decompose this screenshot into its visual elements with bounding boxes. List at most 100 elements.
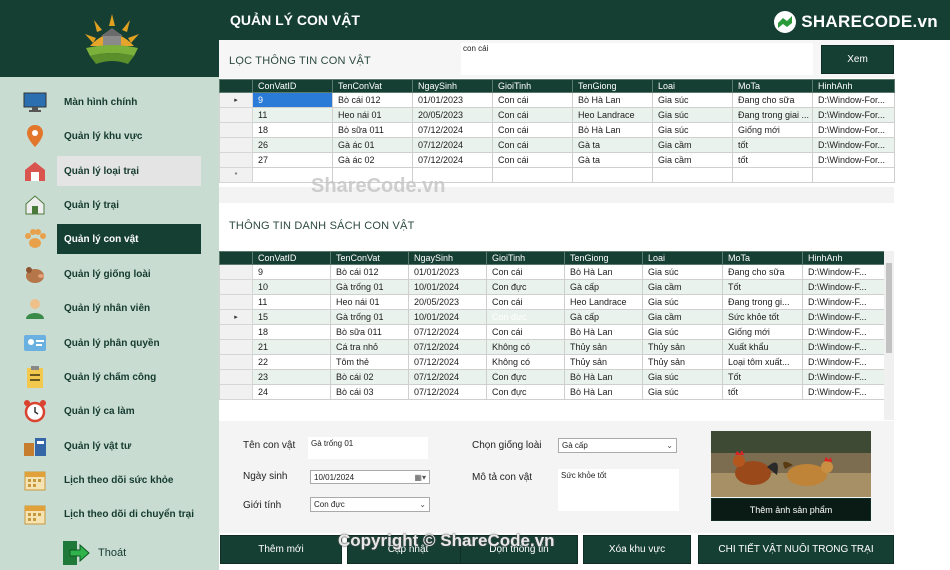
table-cell[interactable]: 07/12/2024 <box>412 137 493 153</box>
table-cell[interactable]: Thủy sản <box>642 339 723 355</box>
table-cell[interactable]: Bò cái 012 <box>332 92 413 108</box>
sidebar-item-11[interactable]: Quản lý vật tư <box>0 431 219 461</box>
table-cell[interactable]: 07/12/2024 <box>408 384 487 400</box>
dob-picker[interactable]: 10/01/2024 ▦▾ <box>310 470 430 484</box>
table-cell[interactable]: Tốt <box>722 279 803 295</box>
table-cell[interactable]: Đang cho sữa <box>732 92 813 108</box>
row-header[interactable] <box>219 264 253 280</box>
table-cell[interactable]: Bò sữa 011 <box>330 324 409 340</box>
table-cell[interactable]: Thủy sản <box>642 354 723 370</box>
table-cell[interactable]: Heo nái 01 <box>330 294 409 310</box>
column-header[interactable]: TenGiong <box>572 79 653 93</box>
table-row[interactable]: ▸ 9 Bò cái 012 01/01/2023 Con cái Bò Hà Lan Gi… <box>219 92 895 108</box>
table-cell[interactable]: 24 <box>252 384 331 400</box>
table-cell[interactable]: D:\Window-For... <box>812 122 895 138</box>
row-header[interactable] <box>219 369 253 385</box>
logout-button[interactable]: Thoát <box>62 539 182 567</box>
table-cell[interactable]: Xuất khẩu <box>722 339 803 355</box>
action-button-4[interactable]: Xóa khu vực <box>583 535 691 564</box>
table-cell[interactable]: 07/12/2024 <box>412 152 493 168</box>
column-header[interactable]: TenGiong <box>564 251 643 265</box>
action-button-3[interactable]: Dọn thông tin <box>460 535 578 564</box>
table-cell[interactable]: Bò cái 02 <box>330 369 409 385</box>
table-cell[interactable]: 07/12/2024 <box>408 339 487 355</box>
table-cell[interactable]: 07/12/2024 <box>408 369 487 385</box>
table-cell[interactable]: Cá tra nhỏ <box>330 339 409 355</box>
table-cell[interactable]: Con cái <box>486 324 565 340</box>
table-cell[interactable]: Con đực <box>486 279 565 295</box>
table-cell[interactable] <box>572 167 653 183</box>
filter-results-table[interactable]: ConVatID TenConVat NgaySinh GioiTinh TenGion… <box>219 79 895 183</box>
description-textarea[interactable]: Sức khỏe tốt <box>558 469 679 511</box>
table-cell[interactable]: 15 <box>252 309 331 325</box>
table-cell[interactable]: Heo nái 01 <box>332 107 413 123</box>
table-row[interactable]: 9 Bò cái 012 01/01/2023 Con cái Bò Hà Lan Gia… <box>219 264 885 280</box>
column-header[interactable]: HinhAnh <box>802 251 885 265</box>
table-cell[interactable] <box>492 167 573 183</box>
scrollbar-thumb[interactable] <box>886 263 892 353</box>
column-header[interactable]: GioiTinh <box>492 79 573 93</box>
table-cell[interactable]: Giống mới <box>732 122 813 138</box>
column-header[interactable]: MoTa <box>732 79 813 93</box>
table-cell[interactable]: Đang trong giai ... <box>732 107 813 123</box>
table-cell[interactable]: Con đực <box>486 384 565 400</box>
table-cell[interactable]: D:\Window-F... <box>802 324 885 340</box>
table-cell[interactable]: 10 <box>252 279 331 295</box>
gender-select[interactable]: Con đực ⌄ <box>310 497 430 512</box>
table-cell[interactable]: Bò Hà Lan <box>572 92 653 108</box>
table-row[interactable]: 23 Bò cái 02 07/12/2024 Con đực Bò Hà Lan Gia… <box>219 369 885 385</box>
row-header[interactable] <box>219 384 253 400</box>
row-header[interactable]: * <box>219 167 253 183</box>
table-cell[interactable]: D:\Window-For... <box>812 152 895 168</box>
table-row[interactable]: 27 Gà ác 02 07/12/2024 Con cái Gà ta Gia cầm t… <box>219 152 895 168</box>
table-cell[interactable] <box>652 167 733 183</box>
row-header[interactable] <box>219 122 253 138</box>
table-cell[interactable]: D:\Window-F... <box>802 339 885 355</box>
table-cell[interactable]: Gia súc <box>642 324 723 340</box>
row-header[interactable] <box>219 354 253 370</box>
table-cell[interactable]: 9 <box>252 92 333 108</box>
table-cell[interactable]: Bò sữa 011 <box>332 122 413 138</box>
breed-select[interactable]: Gà cấp ⌄ <box>558 438 677 453</box>
table-cell[interactable]: Con cái <box>492 152 573 168</box>
table-cell[interactable]: Sức khỏe tốt <box>722 309 803 325</box>
table-cell[interactable]: Gà trống 01 <box>330 279 409 295</box>
table-row[interactable]: 24 Bò cái 03 07/12/2024 Con đực Bò Hà Lan Gia… <box>219 384 885 400</box>
table-cell[interactable]: 01/01/2023 <box>408 264 487 280</box>
action-button-1[interactable]: Thêm mới <box>220 535 342 564</box>
table-cell[interactable]: Gia cầm <box>652 152 733 168</box>
table-cell[interactable]: Gà ta <box>572 137 653 153</box>
row-header[interactable]: ▸ <box>219 309 253 325</box>
table-cell[interactable]: Gà cấp <box>564 279 643 295</box>
table-cell[interactable]: 07/12/2024 <box>412 122 493 138</box>
table-cell[interactable]: Gia cầm <box>652 137 733 153</box>
table-cell[interactable]: 10/01/2024 <box>408 279 487 295</box>
table-row[interactable]: 22 Tôm thẻ 07/12/2024 Không có Thủy sản Thủy … <box>219 354 885 370</box>
table-cell[interactable]: Con cái <box>486 294 565 310</box>
sidebar-item-5[interactable]: Quản lý con vật <box>25 224 201 254</box>
vertical-scrollbar[interactable] <box>884 251 894 420</box>
table-cell[interactable]: Bò Hà Lan <box>564 384 643 400</box>
table-cell[interactable]: tốt <box>732 137 813 153</box>
table-cell[interactable]: D:\Window-F... <box>802 354 885 370</box>
table-cell[interactable]: D:\Window-F... <box>802 279 885 295</box>
sidebar-item-9[interactable]: Quản lý chấm công <box>0 362 219 392</box>
table-cell[interactable]: 07/12/2024 <box>408 324 487 340</box>
row-header[interactable]: ▸ <box>219 92 253 108</box>
column-header[interactable]: ConVatID <box>252 79 333 93</box>
sidebar-item-7[interactable]: Quản lý nhân viên <box>0 293 219 323</box>
table-cell[interactable]: 22 <box>252 354 331 370</box>
add-image-button[interactable]: Thêm ảnh sản phẩm <box>711 498 871 521</box>
table-cell[interactable]: Thủy sản <box>564 339 643 355</box>
sidebar-item-3[interactable]: Quản lý loại trại <box>0 156 219 186</box>
table-cell[interactable]: Gia súc <box>652 92 733 108</box>
table-cell[interactable]: Gia súc <box>642 264 723 280</box>
column-header[interactable]: HinhAnh <box>812 79 895 93</box>
table-cell[interactable]: tốt <box>732 152 813 168</box>
table-cell[interactable]: 27 <box>252 152 333 168</box>
name-input[interactable]: Gà trống 01 <box>308 437 428 459</box>
table-cell[interactable]: Con cái <box>486 264 565 280</box>
table-cell[interactable]: Gia súc <box>642 384 723 400</box>
row-header[interactable] <box>219 339 253 355</box>
table-cell[interactable]: D:\Window-For... <box>812 92 895 108</box>
